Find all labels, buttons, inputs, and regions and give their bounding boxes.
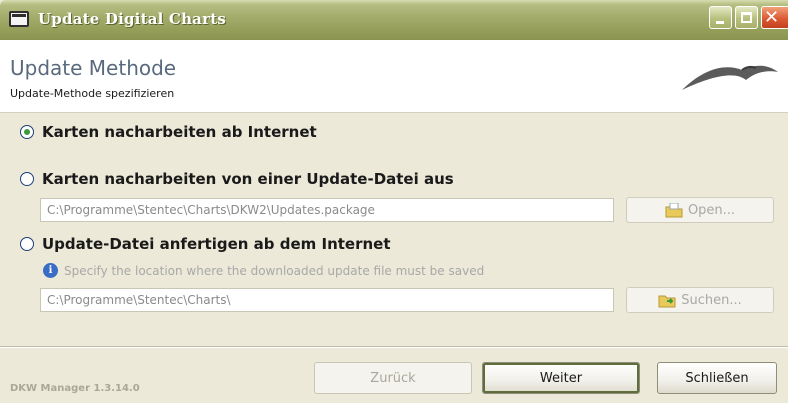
update-file-path-input[interactable]: C:\Programme\Stentec\Charts\DKW2\Updates…: [40, 198, 614, 222]
browse-button[interactable]: Suchen...: [626, 287, 774, 313]
option-internet-label: Karten nacharbeiten ab Internet: [42, 123, 317, 141]
maximize-icon: [741, 12, 752, 23]
browse-button-label: Suchen...: [681, 292, 742, 308]
version-label: DKW Manager 1.3.14.0: [10, 383, 140, 394]
info-icon: i: [43, 263, 58, 278]
option-create-file-label: Update-Datei anfertigen ab dem Internet: [42, 235, 391, 253]
save-location-hint-text: Specify the location where the downloade…: [64, 263, 485, 278]
open-button-label: Open...: [687, 202, 736, 218]
close-window-button[interactable]: ✕: [761, 6, 788, 29]
window-icon: [9, 11, 29, 27]
minimize-icon: [716, 21, 724, 24]
minimize-button[interactable]: [709, 6, 732, 29]
page-title: Update Methode: [10, 56, 177, 80]
page-subtitle: Update-Methode spezifizieren: [10, 87, 175, 100]
seabird-logo-icon: [682, 65, 778, 90]
title-bar[interactable]: Update Digital Charts ✕: [0, 0, 788, 40]
open-button[interactable]: Open...: [626, 197, 774, 223]
radio-create-file[interactable]: [20, 237, 34, 251]
open-folder-icon: [665, 202, 683, 218]
footer-divider: [0, 346, 788, 348]
option-update-file[interactable]: Karten nacharbeiten von einer Update-Dat…: [20, 168, 454, 190]
option-update-file-label: Karten nacharbeiten von einer Update-Dat…: [42, 170, 454, 188]
window-title: Update Digital Charts: [38, 10, 226, 28]
maximize-button[interactable]: [735, 6, 758, 29]
wizard-header: Update Methode Update-Methode spezifizie…: [0, 40, 788, 113]
back-button[interactable]: Zurück: [314, 362, 472, 394]
close-icon: ✕: [764, 7, 780, 28]
radio-update-file[interactable]: [20, 172, 34, 186]
option-create-file[interactable]: Update-Datei anfertigen ab dem Internet: [20, 233, 391, 255]
next-button[interactable]: Weiter: [482, 362, 640, 394]
update-dialog: Update Digital Charts ✕ Update Methode U…: [0, 0, 788, 403]
close-button[interactable]: Schließen: [657, 362, 777, 394]
save-location-hint: i Specify the location where the downloa…: [43, 263, 484, 278]
output-path-input[interactable]: C:\Programme\Stentec\Charts\: [40, 288, 614, 312]
radio-internet[interactable]: [20, 125, 34, 139]
browse-folder-icon: [658, 293, 676, 308]
option-internet[interactable]: Karten nacharbeiten ab Internet: [20, 121, 317, 143]
